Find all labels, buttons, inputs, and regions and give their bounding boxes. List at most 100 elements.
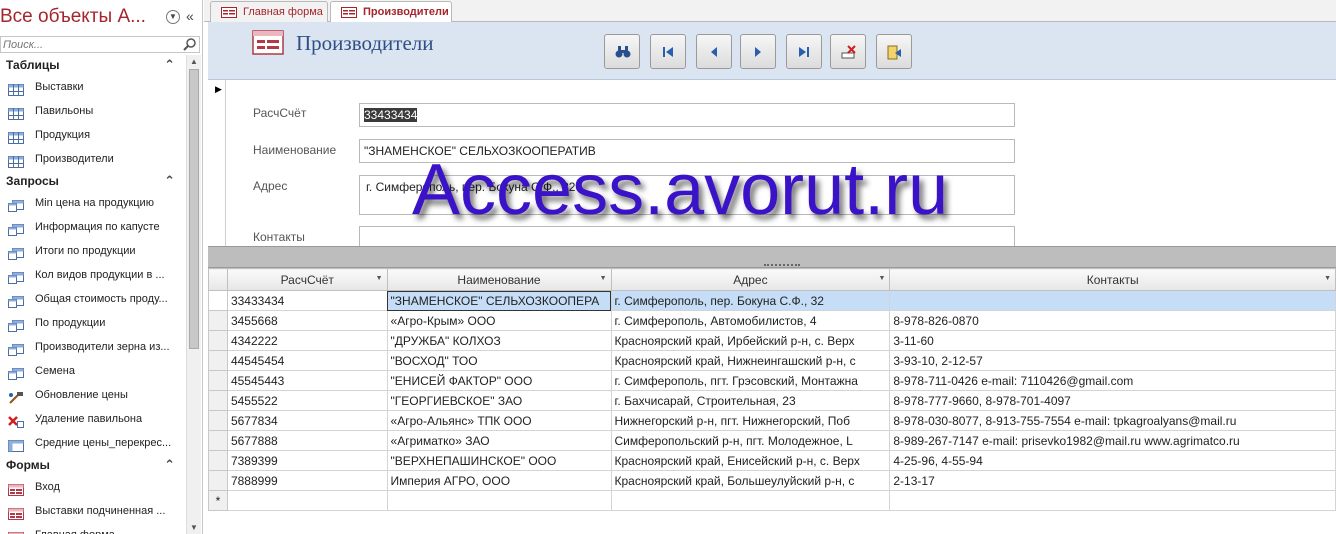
table-cell[interactable]: г. Симферополь, пгт. Грэсовский, Монтажн… <box>610 370 891 391</box>
select-all-corner[interactable] <box>208 268 228 291</box>
chevron-up-icon[interactable]: ⌃ <box>164 55 175 75</box>
split-form-splitter[interactable] <box>208 246 1336 268</box>
account-field[interactable]: 33433434 <box>359 103 1015 127</box>
table-cell[interactable]: «Агро-Альянс» ТПК ООО <box>386 410 612 431</box>
table-row[interactable]: 44545454 "ВОСХОД" ТОО Красноярский край, Н… <box>208 350 1336 371</box>
table-cell[interactable]: 8-989-267-7147 e-mail: prisevko1982@mail… <box>889 430 1336 451</box>
chevron-down-icon[interactable]: ▼ <box>166 10 180 24</box>
column-header-name[interactable]: Наименование ▼ <box>386 268 612 291</box>
column-header-address[interactable]: Адрес ▼ <box>610 268 891 291</box>
column-header-account[interactable]: РасчСчёт ▼ <box>226 268 388 291</box>
table-cell[interactable]: Нижнегорский р-н, пгт. Нижнегорский, Поб <box>610 410 891 431</box>
table-cell[interactable]: 2-13-17 <box>889 470 1336 491</box>
table-cell[interactable]: "ВОСХОД" ТОО <box>386 350 612 371</box>
row-selector[interactable] <box>208 430 228 451</box>
table-cell[interactable]: 44545454 <box>226 350 388 371</box>
collapse-pane-icon[interactable]: « <box>186 8 194 24</box>
chevron-up-icon[interactable]: ⌃ <box>164 171 175 191</box>
table-cell[interactable]: 3-93-10, 2-12-57 <box>889 350 1336 371</box>
table-cell[interactable]: "ЕНИСЕЙ ФАКТОР" ООО <box>386 370 612 391</box>
nav-item[interactable]: Общая стоимость проду... <box>0 287 185 311</box>
close-form-button[interactable] <box>876 34 912 69</box>
table-row[interactable]: 7389399 "ВЕРХНЕПАШИНСКОЕ" ООО Красноярский… <box>208 450 1336 471</box>
row-selector[interactable] <box>208 450 228 471</box>
table-cell[interactable]: 5677834 <box>226 410 388 431</box>
nav-item[interactable]: По продукции <box>0 311 185 335</box>
nav-item[interactable]: Павильоны <box>0 99 185 123</box>
nav-item[interactable]: Итоги по продукции <box>0 239 185 263</box>
nav-item[interactable]: Обновление цены <box>0 383 185 407</box>
table-cell[interactable]: Симферопольский р-н, пгт. Молодежное, L <box>610 430 891 451</box>
row-selector[interactable] <box>208 470 228 491</box>
table-cell[interactable] <box>226 490 388 511</box>
table-cell[interactable]: г. Симферополь, пер. Бокуна С.Ф., 32 <box>610 290 891 311</box>
record-selector[interactable]: ▶ <box>208 80 226 246</box>
table-row[interactable]: 3455668 «Агро-Крым» ООО г. Симферополь, Ав… <box>208 310 1336 331</box>
table-row[interactable]: 5677888 «Агриматко» ЗАО Симферопольский р-… <box>208 430 1336 451</box>
new-record-row[interactable]: * <box>208 490 1336 511</box>
table-cell[interactable]: 45545443 <box>226 370 388 391</box>
table-cell[interactable]: "ВЕРХНЕПАШИНСКОЕ" ООО <box>386 450 612 471</box>
scrollbar-thumb[interactable] <box>189 69 199 349</box>
nav-group-header[interactable]: Таблицы ⌃ <box>0 55 185 75</box>
table-cell[interactable]: 7389399 <box>226 450 388 471</box>
table-cell[interactable]: 33433434 <box>226 290 388 311</box>
table-cell[interactable]: 5455522 <box>226 390 388 411</box>
table-cell[interactable]: "ГЕОРГИЕВСКОЕ" ЗАО <box>386 390 612 411</box>
navigation-pane-title[interactable]: Все объекты А... <box>0 6 146 28</box>
table-cell[interactable]: 8-978-826-0870 <box>889 310 1336 331</box>
tab-main-form[interactable]: Главная форма <box>210 1 328 23</box>
nav-item[interactable]: Выставки <box>0 75 185 99</box>
row-selector[interactable] <box>208 410 228 431</box>
table-row[interactable]: 5455522 "ГЕОРГИЕВСКОЕ" ЗАО г. Бахчисарай, … <box>208 390 1336 411</box>
column-header-contacts[interactable]: Контакты ▼ <box>889 268 1336 291</box>
row-selector[interactable] <box>208 290 228 311</box>
nav-item[interactable]: Производители <box>0 147 185 171</box>
table-row[interactable]: 33433434 "ЗНАМЕНСКОЕ" СЕЛЬХОЗКООПЕРА г. Си… <box>208 290 1336 311</box>
table-cell[interactable] <box>889 490 1336 511</box>
nav-item[interactable]: Производители зерна из... <box>0 335 185 359</box>
dropdown-arrow-icon[interactable]: ▼ <box>1324 275 1331 282</box>
navigation-scrollbar[interactable]: ▲ ▼ <box>186 55 201 534</box>
row-selector[interactable] <box>208 310 228 331</box>
table-cell[interactable]: Красноярский край, Нижнеингашский р-н, с <box>610 350 891 371</box>
nav-item[interactable]: Главная форма <box>0 523 185 534</box>
splitter-grip[interactable] <box>764 264 800 267</box>
nav-item[interactable]: Семена <box>0 359 185 383</box>
nav-item[interactable]: Информация по капусте <box>0 215 185 239</box>
table-row[interactable]: 7888999 Империя АГРО, ООО Красноярский кра… <box>208 470 1336 491</box>
nav-item[interactable]: Вход <box>0 475 185 499</box>
scroll-up-icon[interactable]: ▲ <box>190 57 198 66</box>
nav-item[interactable]: Выставки подчиненная ... <box>0 499 185 523</box>
nav-item[interactable]: Удаление павильона <box>0 407 185 431</box>
table-cell[interactable]: Красноярский край, Енисейский р-н, с. Ве… <box>610 450 891 471</box>
delete-record-button[interactable] <box>830 34 866 69</box>
table-cell[interactable]: 8-978-030-8077, 8-913-755-7554 e-mail: t… <box>889 410 1336 431</box>
row-selector[interactable] <box>208 330 228 351</box>
table-row[interactable]: 45545443 "ЕНИСЕЙ ФАКТОР" ООО г. Симферопол… <box>208 370 1336 391</box>
last-record-button[interactable] <box>786 34 822 69</box>
table-cell[interactable]: 8-978-711-0426 e-mail: 7110426@gmail.com <box>889 370 1336 391</box>
table-cell[interactable]: 8-978-777-9660, 8-978-701-4097 <box>889 390 1336 411</box>
scroll-down-icon[interactable]: ▼ <box>190 523 198 532</box>
table-row[interactable]: 4342222 "ДРУЖБА" КОЛХОЗ Красноярский край,… <box>208 330 1336 351</box>
table-cell[interactable]: "ДРУЖБА" КОЛХОЗ <box>386 330 612 351</box>
table-cell[interactable]: "ЗНАМЕНСКОЕ" СЕЛЬХОЗКООПЕРА <box>386 290 612 311</box>
nav-group-header[interactable]: Формы ⌃ <box>0 455 185 475</box>
nav-item[interactable]: Средние цены_перекрес... <box>0 431 185 455</box>
dropdown-arrow-icon[interactable]: ▼ <box>878 275 885 282</box>
nav-item[interactable]: Продукция <box>0 123 185 147</box>
table-cell[interactable]: Красноярский край, Ирбейский р-н, с. Вер… <box>610 330 891 351</box>
table-cell[interactable]: Красноярский край, Большеулуйский р-н, с <box>610 470 891 491</box>
table-cell[interactable]: 7888999 <box>226 470 388 491</box>
table-cell[interactable]: «Агро-Крым» ООО <box>386 310 612 331</box>
dropdown-arrow-icon[interactable]: ▼ <box>376 275 383 282</box>
nav-group-header[interactable]: Запросы ⌃ <box>0 171 185 191</box>
nav-item[interactable]: Кол видов продукции в ... <box>0 263 185 287</box>
table-cell[interactable]: 4342222 <box>226 330 388 351</box>
search-icon[interactable] <box>181 37 199 52</box>
table-cell[interactable]: 3-11-60 <box>889 330 1336 351</box>
table-cell[interactable] <box>386 490 612 511</box>
nav-item[interactable]: Min цена на продукцию <box>0 191 185 215</box>
table-cell[interactable]: г. Бахчисарай, Строительная, 23 <box>610 390 891 411</box>
